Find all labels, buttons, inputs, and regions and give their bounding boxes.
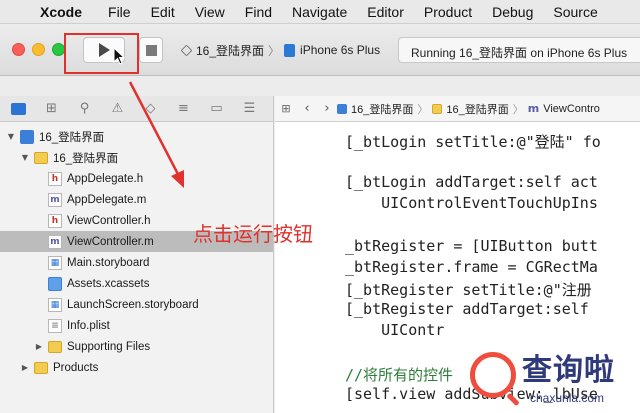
- project-icon: [20, 129, 34, 144]
- search-icon[interactable]: ⚲: [74, 101, 95, 117]
- asset-catalog-icon: [48, 276, 62, 291]
- menu-bar: Xcode File Edit View Find Navigate Edito…: [0, 0, 640, 24]
- scheme-name: 16_登陆界面: [196, 43, 265, 58]
- menu-edit[interactable]: Edit: [151, 4, 175, 20]
- tree-item-file[interactable]: ▦ LaunchScreen.storyboard: [0, 294, 273, 315]
- chevron-left-icon[interactable]: ‹: [297, 101, 317, 116]
- menu-view[interactable]: View: [195, 4, 225, 20]
- header-file-icon: h: [48, 171, 62, 186]
- watermark-url: chaxunla.com: [530, 390, 605, 405]
- chevron-right-icon[interactable]: ›: [317, 101, 337, 116]
- disclosure-triangle-icon[interactable]: ▶: [34, 342, 44, 351]
- header-file-icon: h: [48, 213, 62, 228]
- plist-file-icon: ≡: [48, 318, 62, 333]
- tree-item-label: Info.plist: [67, 319, 110, 332]
- annotation-label: 点击运行按钮: [193, 222, 313, 246]
- menu-app-xcode[interactable]: Xcode: [40, 4, 82, 20]
- menu-source[interactable]: Source: [553, 4, 597, 20]
- iphone-icon: [284, 43, 296, 57]
- mouse-pointer-icon: [113, 47, 125, 65]
- folder-icon: [432, 103, 443, 114]
- source-file-icon: m: [527, 102, 540, 115]
- minimize-window-button[interactable]: [32, 43, 45, 56]
- chevron-right-icon: 〉: [268, 43, 281, 58]
- breadcrumb-group[interactable]: 16_登陆界面: [446, 101, 508, 117]
- menu-navigate[interactable]: Navigate: [292, 4, 347, 20]
- navigator-tab-bar: ⊞ ⚲ ⚠ ◇ ≡ ▭ ☰: [0, 96, 274, 122]
- code-line: [_btRegister addTarget:self: [345, 300, 598, 318]
- tree-item-label: 16_登陆界面: [53, 152, 119, 165]
- storyboard-icon: ▦: [48, 255, 62, 270]
- menu-find[interactable]: Find: [245, 4, 272, 20]
- editor-jump-bar: ⊞ ‹ › 16_登陆界面 〉 16_登陆界面 〉 m ViewContro: [275, 96, 640, 122]
- activity-status: Running 16_登陆界面 on iPhone 6s Plus: [398, 37, 640, 63]
- watermark-text: 查询啦 chaxunla.com: [522, 345, 615, 405]
- close-window-button[interactable]: [12, 43, 25, 56]
- breadcrumb-separator: 〉: [417, 103, 429, 116]
- source-file-icon: m: [48, 192, 62, 207]
- tree-item-label: AppDelegate.h: [67, 172, 144, 185]
- test-icon[interactable]: ◇: [140, 101, 161, 117]
- project-navigator: ▼ 16_登陆界面 ▼ 16_登陆界面 h AppDelegate.h m Ap…: [0, 122, 274, 413]
- code-line: UIControlEventTouchUpIns: [345, 194, 598, 212]
- tree-item-file[interactable]: ▦ Main.storyboard: [0, 252, 273, 273]
- stop-button[interactable]: [139, 37, 163, 63]
- tree-item-file[interactable]: Assets.xcassets: [0, 273, 273, 294]
- menu-debug[interactable]: Debug: [492, 4, 533, 20]
- run-button-highlight: [64, 33, 139, 74]
- menu-editor[interactable]: Editor: [367, 4, 404, 20]
- folder-icon: [34, 151, 48, 164]
- menu-product[interactable]: Product: [424, 4, 472, 20]
- tree-item-label: Products: [53, 361, 99, 374]
- code-line: [_btLogin setTitle:@"登陆" fo: [345, 133, 601, 151]
- code-line: _btRegister.frame = CGRectMa: [345, 258, 598, 276]
- scheme-selector[interactable]: 16_登陆界面 〉 iPhone 6s Plus: [175, 37, 385, 63]
- tree-item-label: AppDelegate.m: [67, 193, 147, 206]
- breadcrumb-file[interactable]: ViewContro: [543, 103, 600, 115]
- tree-item-group[interactable]: ▶ Products: [0, 357, 273, 378]
- disclosure-triangle-icon[interactable]: ▼: [6, 132, 16, 141]
- folder-icon: [48, 340, 62, 353]
- tree-item-file[interactable]: h AppDelegate.h: [0, 168, 273, 189]
- breadcrumb-project[interactable]: 16_登陆界面: [351, 101, 413, 117]
- debug-icon[interactable]: ≡: [173, 101, 194, 117]
- watermark: 查询啦 chaxunla.com: [470, 336, 640, 413]
- disclosure-triangle-icon[interactable]: ▶: [20, 363, 30, 372]
- breakpoint-icon[interactable]: ▭: [206, 101, 227, 117]
- code-comment-line: //将所有的控件: [345, 366, 454, 384]
- storyboard-icon: ▦: [48, 297, 62, 312]
- folder-icon: [34, 361, 48, 374]
- tree-item-label: Assets.xcassets: [67, 277, 150, 290]
- magnifier-logo-icon: [470, 351, 516, 398]
- code-line: UIContr: [345, 321, 445, 339]
- code-line: _btRegister = [UIButton butt: [345, 237, 598, 255]
- breadcrumb-separator: 〉: [512, 103, 524, 116]
- project-icon: [337, 103, 347, 114]
- tree-item-label: ViewController.m: [67, 235, 154, 248]
- tree-item-file[interactable]: ≡ Info.plist: [0, 315, 273, 336]
- code-line: [_btRegister setTitle:@"注册: [345, 281, 592, 299]
- source-file-icon: m: [48, 234, 62, 249]
- tree-item-label: 16_登陆界面: [39, 131, 105, 144]
- target-icon: [180, 44, 193, 56]
- disclosure-triangle-icon[interactable]: ▼: [20, 153, 30, 162]
- tree-item-label: ViewController.h: [67, 214, 151, 227]
- tree-item-file[interactable]: m AppDelegate.m: [0, 189, 273, 210]
- tree-item-label: Main.storyboard: [67, 256, 150, 269]
- report-icon[interactable]: ☰: [239, 101, 260, 117]
- device-name: iPhone 6s Plus: [300, 43, 381, 57]
- tree-item-group[interactable]: ▶ Supporting Files: [0, 336, 273, 357]
- menu-file[interactable]: File: [108, 4, 131, 20]
- hierarchy-icon[interactable]: ⊞: [41, 101, 62, 117]
- tree-item-label: Supporting Files: [67, 340, 151, 353]
- folder-icon[interactable]: [8, 101, 29, 117]
- related-items-icon[interactable]: ⊞: [275, 102, 297, 115]
- tree-item-label: LaunchScreen.storyboard: [67, 298, 199, 311]
- watermark-chinese: 查询啦: [522, 352, 615, 388]
- warning-icon[interactable]: ⚠: [107, 101, 128, 117]
- tree-item-project[interactable]: ▼ 16_登陆界面: [0, 126, 273, 147]
- tree-item-group[interactable]: ▼ 16_登陆界面: [0, 147, 273, 168]
- code-line: [_btLogin addTarget:self act: [345, 173, 598, 191]
- stop-icon: [145, 44, 157, 56]
